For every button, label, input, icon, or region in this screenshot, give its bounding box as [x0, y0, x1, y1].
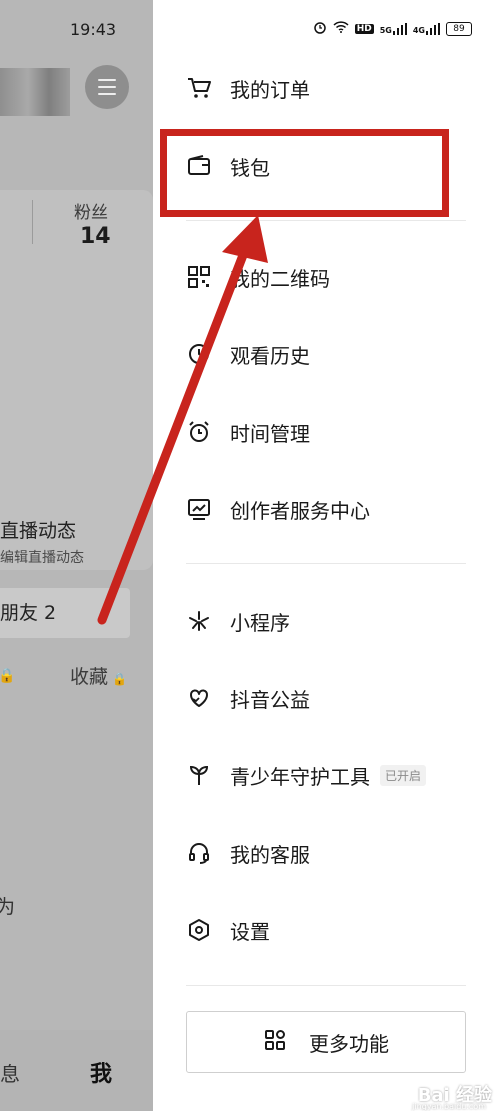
annotation-arrow — [97, 215, 268, 625]
watermark-url: jingyan.baidu.com — [412, 1102, 486, 1111]
